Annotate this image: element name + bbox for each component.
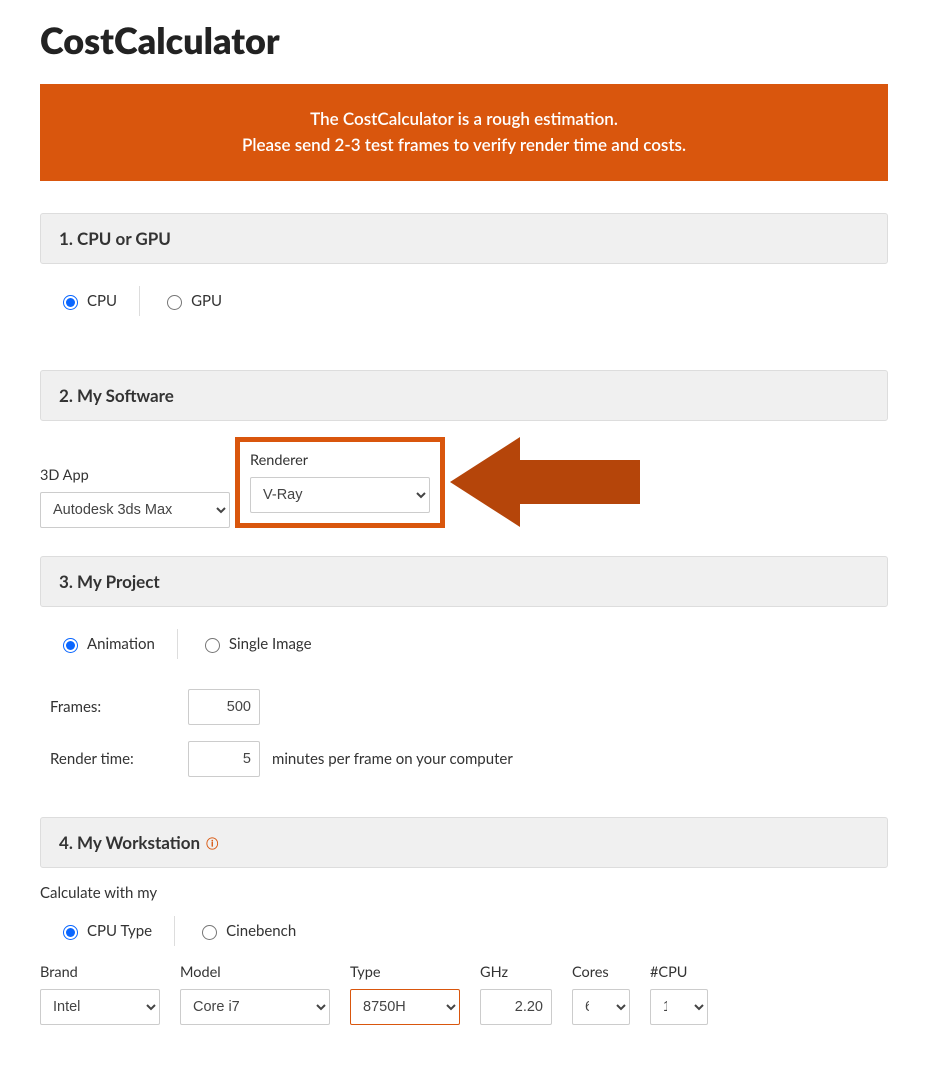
section-project-header: 3. My Project xyxy=(40,556,888,607)
ghz-label: GHz xyxy=(480,964,552,981)
render-time-input[interactable] xyxy=(188,741,260,777)
brand-label: Brand xyxy=(40,964,160,981)
divider xyxy=(174,916,175,946)
renderer-select[interactable]: V-Ray xyxy=(250,477,430,513)
radio-single-label: Single Image xyxy=(229,635,312,653)
radio-gpu-label: GPU xyxy=(191,292,222,310)
section-software-header: 2. My Software xyxy=(40,370,888,421)
radio-animation[interactable]: Animation xyxy=(58,635,155,653)
radio-cpu-type-input[interactable] xyxy=(63,925,78,940)
radio-single-input[interactable] xyxy=(205,638,220,653)
radio-cpu-label: CPU xyxy=(87,292,117,310)
calc-with-label: Calculate with my xyxy=(40,868,888,906)
numcpu-label: #CPU xyxy=(650,964,708,981)
app-select[interactable]: Autodesk 3ds Max xyxy=(40,492,230,528)
renderer-label: Renderer xyxy=(250,452,430,469)
radio-cpu-input[interactable] xyxy=(63,295,78,310)
numcpu-select[interactable]: 1 xyxy=(650,989,708,1025)
frames-label: Frames: xyxy=(50,698,180,716)
renderer-highlight: Renderer V-Ray xyxy=(235,437,445,528)
model-label: Model xyxy=(180,964,330,981)
radio-animation-label: Animation xyxy=(87,635,155,653)
radio-gpu-input[interactable] xyxy=(167,295,182,310)
radio-gpu[interactable]: GPU xyxy=(162,292,222,310)
info-icon[interactable]: ⓘ xyxy=(206,835,218,852)
banner-line2: Please send 2-3 test frames to verify re… xyxy=(60,132,868,158)
section-workstation-header: 4. My Workstation ⓘ xyxy=(40,817,888,868)
app-label: 3D App xyxy=(40,467,230,484)
divider xyxy=(177,629,178,659)
section-workstation-title: 4. My Workstation xyxy=(59,832,200,853)
cpu-gpu-radio-row: CPU GPU xyxy=(40,264,888,338)
radio-single[interactable]: Single Image xyxy=(200,635,312,653)
divider xyxy=(139,286,140,316)
type-label: Type xyxy=(350,964,460,981)
radio-animation-input[interactable] xyxy=(63,638,78,653)
cores-label: Cores xyxy=(572,964,630,981)
radio-cinebench-label: Cinebench xyxy=(226,922,296,940)
model-select[interactable]: Core i7 xyxy=(180,989,330,1025)
cores-select[interactable]: 6 xyxy=(572,989,630,1025)
brand-select[interactable]: Intel xyxy=(40,989,160,1025)
radio-cpu-type-label: CPU Type xyxy=(87,922,152,940)
info-banner: The CostCalculator is a rough estimation… xyxy=(40,84,888,181)
project-radio-row: Animation Single Image xyxy=(40,607,888,681)
ghz-input[interactable] xyxy=(480,989,552,1025)
frames-input[interactable] xyxy=(188,689,260,725)
arrow-left-icon xyxy=(450,432,650,532)
section-cpu-gpu-header: 1. CPU or GPU xyxy=(40,213,888,264)
radio-cpu[interactable]: CPU xyxy=(58,292,117,310)
banner-line1: The CostCalculator is a rough estimation… xyxy=(60,106,868,132)
type-select[interactable]: 8750H xyxy=(350,989,460,1025)
render-time-label: Render time: xyxy=(50,750,180,768)
render-time-hint: minutes per frame on your computer xyxy=(272,750,513,768)
page-title: CostCalculator xyxy=(40,18,888,62)
radio-cpu-type[interactable]: CPU Type xyxy=(58,922,152,940)
radio-cinebench-input[interactable] xyxy=(202,925,217,940)
radio-cinebench[interactable]: Cinebench xyxy=(197,922,296,940)
